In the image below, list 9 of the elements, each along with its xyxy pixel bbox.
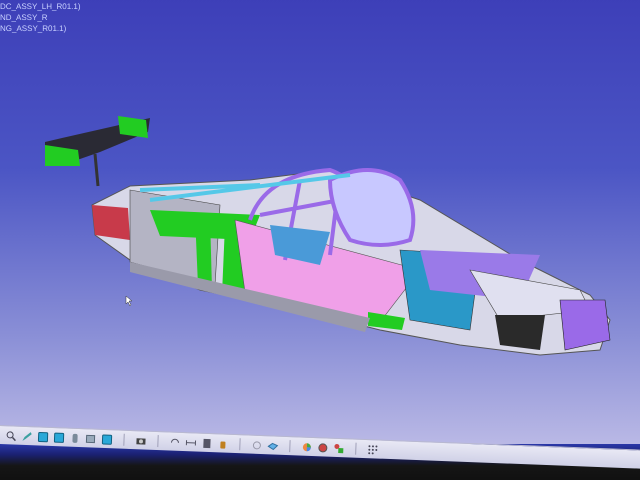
spec-tree-item[interactable]: DC_ASSY_LH_R01.1): [0, 2, 80, 12]
spec-tree-item[interactable]: ND_ASSY_R: [0, 13, 80, 23]
shapes-icon[interactable]: [333, 442, 345, 454]
mouse-cursor-icon: [126, 296, 132, 306]
material-icon[interactable]: [317, 442, 329, 454]
spec-tree-item[interactable]: NG_ASSY_R01.1): [0, 24, 80, 34]
grid-icon[interactable]: [367, 444, 379, 456]
color-wheel-icon[interactable]: [301, 441, 313, 452]
zoom-icon[interactable]: [5, 430, 17, 442]
